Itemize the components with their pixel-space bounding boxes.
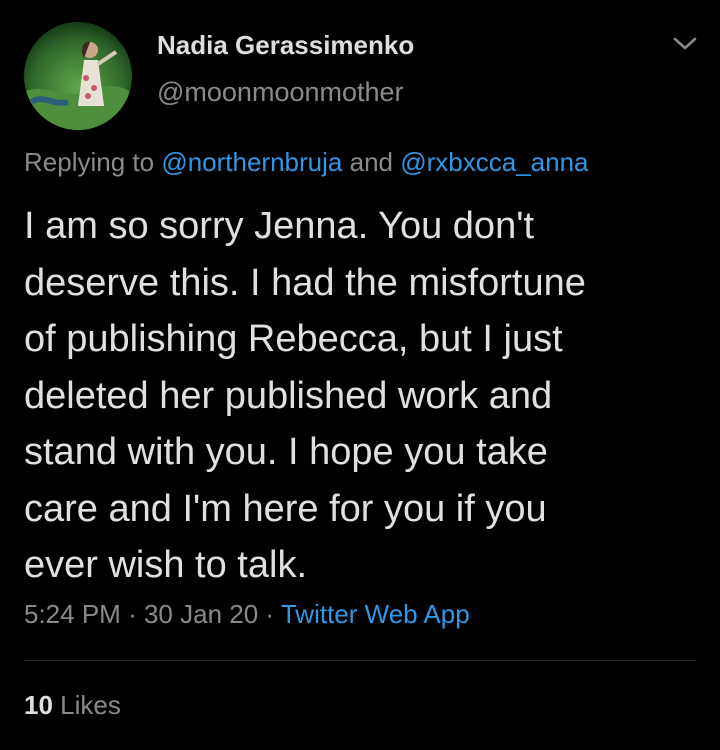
- tweet-text-line: of publishing Rebecca, but I just: [24, 318, 563, 360]
- tweet-text-line: deleted her published work and: [24, 374, 553, 417]
- mention-link-rxbxcca-anna[interactable]: @rxbxcca_anna: [400, 147, 588, 177]
- replying-prefix: Replying to: [24, 147, 155, 177]
- tweet-detail: Nadia Gerassimenko @moonmoonmother Reply…: [0, 0, 720, 750]
- tweet-text-line: deserve this. I had the misfortune: [24, 261, 586, 304]
- tweet-text-line: care and I'm here for you if you: [24, 487, 547, 530]
- author-display-name[interactable]: Nadia Gerassimenko: [157, 30, 414, 61]
- avatar[interactable]: [24, 22, 132, 130]
- tweet-meta: 5:24 PM · 30 Jan 20 · Twitter Web App: [24, 599, 470, 630]
- tweet-time[interactable]: 5:24 PM: [24, 599, 121, 629]
- meta-separator: ·: [128, 599, 137, 629]
- likes-number: 10: [24, 690, 53, 720]
- author-handle[interactable]: @moonmoonmother: [157, 77, 404, 108]
- replying-conjunction: and: [349, 147, 393, 177]
- tweet-text: I am so sorry Jenna. You don't deserve t…: [24, 198, 700, 594]
- divider: [24, 660, 696, 661]
- likes-label: Likes: [60, 690, 121, 720]
- likes-count[interactable]: 10 Likes: [24, 690, 121, 721]
- mention-link-northernbruja[interactable]: @northernbruja: [161, 147, 342, 177]
- tweet-text-line: I am so sorry Jenna. You don't: [24, 205, 535, 247]
- tweet-date[interactable]: 30 Jan 20: [144, 599, 258, 629]
- tweet-text-line: stand with you. I hope you take: [24, 431, 548, 473]
- chevron-down-icon[interactable]: [672, 32, 698, 54]
- meta-separator: ·: [265, 599, 275, 629]
- tweet-source-link[interactable]: Twitter Web App: [281, 599, 470, 629]
- tweet-text-line: ever wish to talk.: [24, 544, 307, 586]
- replying-to: Replying to @northernbruja and @rxbxcca_…: [24, 147, 589, 178]
